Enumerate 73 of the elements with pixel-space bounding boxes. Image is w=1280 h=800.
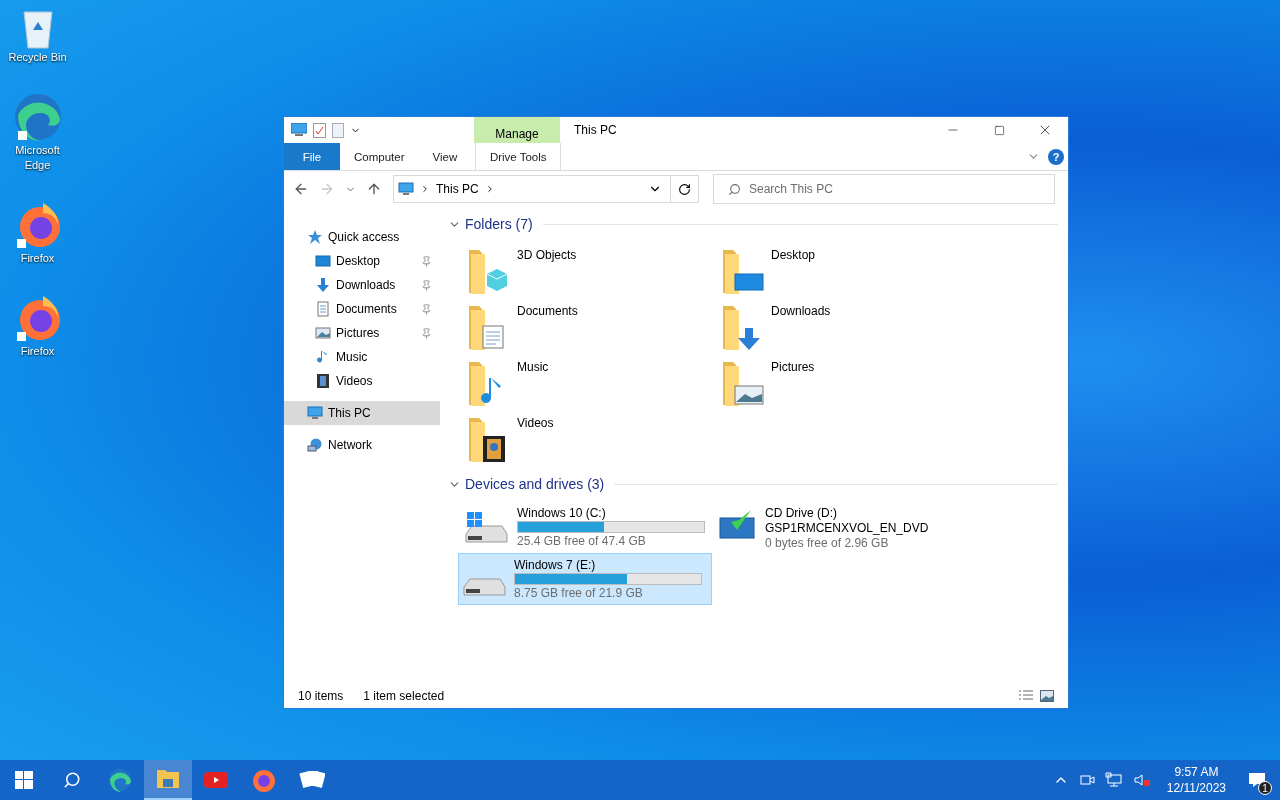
volume-label: GSP1RMCENXVOL_EN_DVD — [765, 521, 929, 535]
address-bar[interactable]: This PC — [393, 175, 699, 203]
item-count: 10 items — [298, 689, 344, 703]
download-icon — [315, 277, 331, 293]
nav-item[interactable]: Network — [284, 433, 440, 457]
section-title[interactable]: Devices and drives (3) — [465, 476, 605, 492]
video-play-icon[interactable] — [203, 770, 229, 790]
folder-tile[interactable]: Music — [458, 353, 712, 409]
nav-item[interactable]: Documents — [284, 297, 440, 321]
maximize-icon — [993, 124, 1005, 136]
drive-name: Windows 10 (C:) — [517, 506, 607, 520]
nav-item[interactable]: Desktop — [284, 249, 440, 273]
desktop-icon-label[interactable]: Firefox — [5, 344, 70, 359]
nav-item[interactable]: Videos — [284, 369, 440, 393]
notification-badge: 1 — [1258, 781, 1272, 795]
nav-item[interactable]: Pictures — [284, 321, 440, 345]
edge-icon[interactable] — [107, 767, 133, 793]
volume-muted-icon[interactable] — [1132, 772, 1151, 788]
new-folder-icon[interactable] — [332, 122, 344, 138]
free-space-text: 25.4 GB free of 47.4 GB — [517, 534, 647, 548]
folder-tile[interactable]: Desktop — [712, 241, 966, 297]
selection-count: 1 item selected — [363, 689, 445, 703]
drive-name: Windows 7 (E:) — [514, 558, 597, 572]
forward-arrow-icon — [319, 181, 335, 197]
properties-icon[interactable] — [313, 122, 326, 138]
windows-logo-icon — [15, 771, 33, 789]
drive-tile[interactable]: Windows 10 (C:) 25.4 GB free of 47.4 GB — [458, 501, 712, 553]
nav-item[interactable]: Quick access — [284, 225, 440, 249]
picture-icon — [315, 325, 331, 341]
monitor-icon — [315, 253, 331, 269]
file-explorer-icon[interactable] — [155, 767, 181, 791]
back-arrow-icon — [293, 181, 309, 197]
window-title: This PC — [573, 122, 618, 139]
clock[interactable]: 9:57 AM 12/11/2023 — [1160, 764, 1232, 796]
folder-tile[interactable]: 3D Objects — [458, 241, 712, 297]
cards-icon[interactable] — [299, 769, 325, 791]
large-icons-view-icon[interactable] — [1040, 690, 1054, 702]
star-icon — [307, 229, 323, 245]
folder-tile[interactable]: Documents — [458, 297, 712, 353]
details-view-icon[interactable] — [1018, 690, 1034, 702]
drive-tile[interactable]: Windows 7 (E:) 8.75 GB free of 21.9 GB — [458, 553, 712, 605]
section-title[interactable]: Folders (7) — [465, 216, 533, 232]
folder-tile[interactable]: Pictures — [712, 353, 966, 409]
computer-icon[interactable] — [291, 123, 307, 137]
refresh-icon — [678, 182, 691, 196]
nav-item[interactable]: This PC — [284, 401, 440, 425]
network-icon — [307, 437, 323, 453]
notifications-button[interactable]: 1 — [1242, 765, 1272, 795]
camera-icon[interactable] — [1078, 772, 1095, 788]
nav-item[interactable]: Music — [284, 345, 440, 369]
network-icon[interactable] — [1104, 772, 1123, 788]
free-space-text: 8.75 GB free of 21.9 GB — [514, 586, 644, 600]
firefox-icon[interactable] — [251, 767, 277, 793]
breadcrumb-item[interactable]: This PC — [436, 182, 479, 196]
breadcrumb-separator-icon — [420, 184, 430, 194]
nav-item[interactable]: Downloads — [284, 273, 440, 297]
contextual-tab-label: Manage — [495, 127, 539, 141]
document-icon — [315, 301, 331, 317]
help-button[interactable]: ? — [1048, 148, 1064, 165]
search-icon — [63, 771, 81, 789]
computer-icon — [398, 181, 414, 197]
drive-name: CD Drive (D:) — [765, 506, 838, 520]
ribbon-tab[interactable]: File — [284, 143, 340, 170]
film-icon — [315, 373, 331, 389]
computer-icon — [307, 405, 323, 421]
folder-tile[interactable]: Downloads — [712, 297, 966, 353]
drive-tile[interactable]: CD Drive (D:) GSP1RMCENXVOL_EN_DVD 0 bytes free of 2.96 GB — [712, 501, 966, 553]
taskbar-app-button[interactable] — [144, 760, 192, 800]
folder-tile[interactable]: Videos — [458, 409, 712, 465]
search-icon — [728, 182, 741, 196]
free-space-text: 0 bytes free of 2.96 GB — [765, 536, 890, 550]
search-field[interactable]: Search This PC — [713, 174, 1055, 204]
ribbon-tab[interactable]: Drive Tools — [475, 143, 562, 170]
